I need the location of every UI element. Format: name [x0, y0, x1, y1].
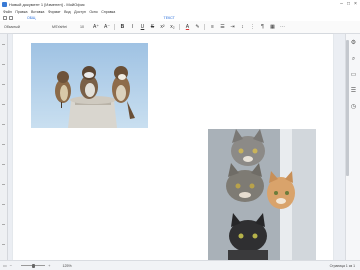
title-bar: Новый документ 1 [Изменен] - МойОфис – □… [0, 0, 360, 8]
decrease-font-icon[interactable]: A⁻ [104, 24, 110, 30]
table-icon[interactable]: ▦ [270, 24, 275, 30]
save-icon[interactable] [3, 16, 7, 20]
maximize-button[interactable]: □ [345, 0, 352, 8]
minimize-button[interactable]: – [338, 0, 345, 8]
font-size-select[interactable]: 10 [80, 24, 88, 30]
navigation-icon[interactable]: ☰ [350, 88, 357, 95]
page-counter: Страница 1 из 1 [329, 264, 355, 268]
menu-help[interactable]: Справка [101, 10, 115, 14]
sparrows-image[interactable] [31, 43, 148, 128]
zoom-slider-handle[interactable] [32, 263, 36, 268]
formatting-toolbar: Обычный MSYaHei 10 A⁺ A⁻ B I U S x² x₂ A… [0, 21, 360, 34]
app-logo-icon [2, 1, 7, 7]
zoom-level[interactable]: 125% [62, 264, 71, 268]
menu-format[interactable]: Формат [48, 10, 61, 14]
menu-view[interactable]: Вид [64, 10, 71, 14]
paragraph-style-select[interactable]: Обычный [4, 24, 38, 30]
list-icon[interactable]: ☰ [220, 24, 225, 30]
undo-icon[interactable] [9, 16, 13, 20]
vertical-scrollbar[interactable] [346, 40, 349, 176]
tab-home[interactable]: ОБЩ [27, 16, 36, 20]
increase-font-icon[interactable]: A⁺ [93, 24, 99, 30]
menu-bar: Файл Правка Вставка Формат Вид Доступ Ок… [0, 8, 360, 15]
separator [203, 24, 205, 30]
underline-button[interactable]: U [140, 24, 145, 30]
comments-icon[interactable]: ▭ [350, 72, 357, 79]
separator [178, 24, 180, 30]
line-spacing-icon[interactable]: ↕ [240, 24, 245, 30]
window-controls: – □ × [338, 0, 359, 8]
menu-access[interactable]: Доступ [74, 10, 86, 14]
separator [113, 24, 115, 30]
paragraph-icon[interactable]: ¶ [260, 24, 265, 30]
bold-button[interactable]: B [120, 24, 125, 30]
italic-button[interactable]: I [130, 24, 135, 30]
menu-edit[interactable]: Правка [15, 10, 27, 14]
zoom-in-icon[interactable]: + [48, 263, 50, 268]
tab-text[interactable]: ТЕКСТ [164, 16, 175, 20]
menu-file[interactable]: Файл [3, 10, 12, 14]
more-icon[interactable]: ⋯ [280, 24, 285, 30]
close-button[interactable]: × [352, 0, 359, 8]
cats-image[interactable] [208, 129, 316, 260]
window-title: Новый документ 1 [Изменен] - МойОфис [9, 1, 85, 7]
strikethrough-button[interactable]: S [150, 24, 155, 30]
document-page[interactable] [13, 34, 333, 260]
highlight-icon[interactable]: ✎ [195, 24, 200, 30]
vertical-ruler [0, 34, 8, 260]
history-icon[interactable]: ◷ [350, 104, 357, 111]
menu-insert[interactable]: Вставка [31, 10, 44, 14]
numbered-list-icon[interactable]: ⋮ [250, 24, 255, 30]
indent-icon[interactable]: ⇥ [230, 24, 235, 30]
status-bar: ▭ − + 125% Страница 1 из 1 [0, 260, 360, 270]
superscript-icon[interactable]: x² [160, 24, 165, 30]
settings-icon[interactable]: ⚙ [350, 40, 357, 47]
align-left-icon[interactable]: ≡ [210, 24, 215, 30]
font-family-select[interactable]: MSYaHei [52, 24, 80, 30]
page-view-icon[interactable]: ▭ [3, 263, 7, 268]
zoom-slider[interactable] [21, 263, 46, 268]
subscript-icon[interactable]: x₂ [170, 24, 175, 30]
zoom-out-icon[interactable]: − [10, 263, 12, 268]
search-icon[interactable]: ⌕ [350, 56, 357, 63]
text-color-button[interactable]: A [185, 24, 190, 30]
menu-window[interactable]: Окно [89, 10, 97, 14]
